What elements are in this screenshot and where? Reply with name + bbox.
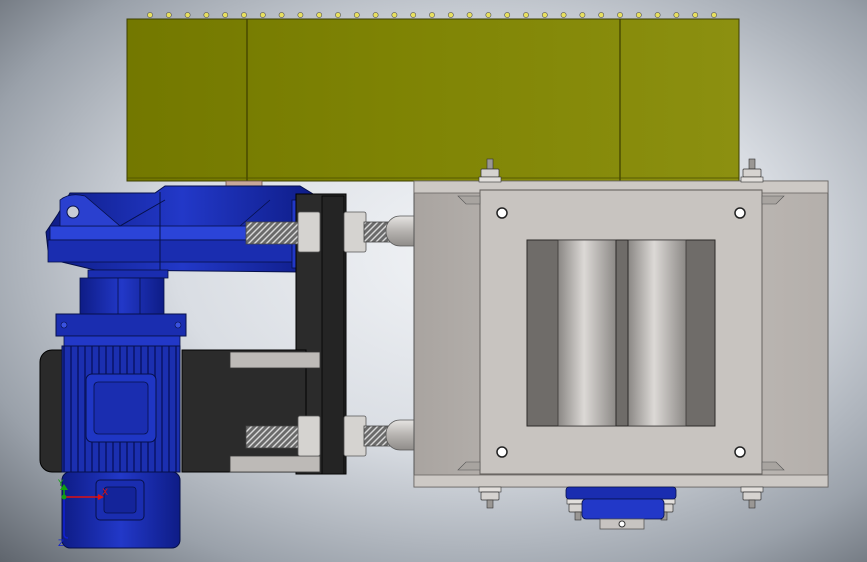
bolt-head xyxy=(523,12,529,18)
electric-motor xyxy=(39,335,181,549)
bolt-head xyxy=(184,12,191,18)
bolt-head xyxy=(147,12,153,18)
bolt-head xyxy=(410,12,417,18)
bolt-head xyxy=(297,12,304,18)
gear-reducer xyxy=(45,180,321,337)
cad-viewport[interactable]: X Y Z xyxy=(0,0,867,562)
bolt-head xyxy=(222,12,229,18)
pivot-hole xyxy=(66,205,80,219)
bolt-head xyxy=(335,12,341,18)
bolt-head xyxy=(485,12,492,18)
bolt-head xyxy=(429,12,435,18)
bolt-head xyxy=(447,12,454,18)
hex-nut xyxy=(297,415,321,457)
flange-bolt xyxy=(740,158,764,183)
bolt-head xyxy=(165,12,172,18)
bolt-head xyxy=(654,12,661,18)
mounting-hole xyxy=(496,446,508,458)
flange-bolt xyxy=(478,486,502,509)
hex-nut xyxy=(343,211,367,253)
bolt-head xyxy=(259,12,266,18)
bolt-head xyxy=(372,12,379,18)
bolt-head xyxy=(391,12,398,18)
bolt-head xyxy=(241,12,247,18)
bolt-head xyxy=(353,12,360,18)
bolt-head xyxy=(541,12,548,18)
bolt-head xyxy=(692,12,699,18)
bolt-head xyxy=(635,12,642,18)
bolt-head xyxy=(598,12,605,18)
bolt-head xyxy=(466,12,473,18)
hopper xyxy=(126,12,740,182)
mounting-hole xyxy=(734,446,746,458)
z-axis-label: Z xyxy=(58,539,64,549)
bolt-head xyxy=(711,12,717,18)
rotor-vane xyxy=(557,239,617,427)
rotor-vane xyxy=(627,239,687,427)
bottom-bearing xyxy=(565,486,677,530)
bolt-head xyxy=(316,12,323,18)
x-axis-label: X xyxy=(102,488,108,498)
mounting-hole xyxy=(496,207,508,219)
mounting-hole xyxy=(734,207,746,219)
bolt-head xyxy=(203,12,210,18)
assembly-drawing: X Y Z xyxy=(39,12,829,549)
rotary-valve xyxy=(413,180,829,488)
bolt-head xyxy=(617,12,623,18)
bolt-head xyxy=(673,12,680,18)
hex-nut xyxy=(343,415,367,457)
bolt-head xyxy=(504,12,511,18)
bolt-head xyxy=(278,12,285,18)
flange-bolt xyxy=(740,486,764,509)
hex-nut xyxy=(297,211,321,253)
bolt-head xyxy=(579,12,586,18)
hopper-top-bolts xyxy=(147,12,717,18)
y-axis-label: Y xyxy=(57,479,64,489)
bolt-head xyxy=(560,12,567,18)
